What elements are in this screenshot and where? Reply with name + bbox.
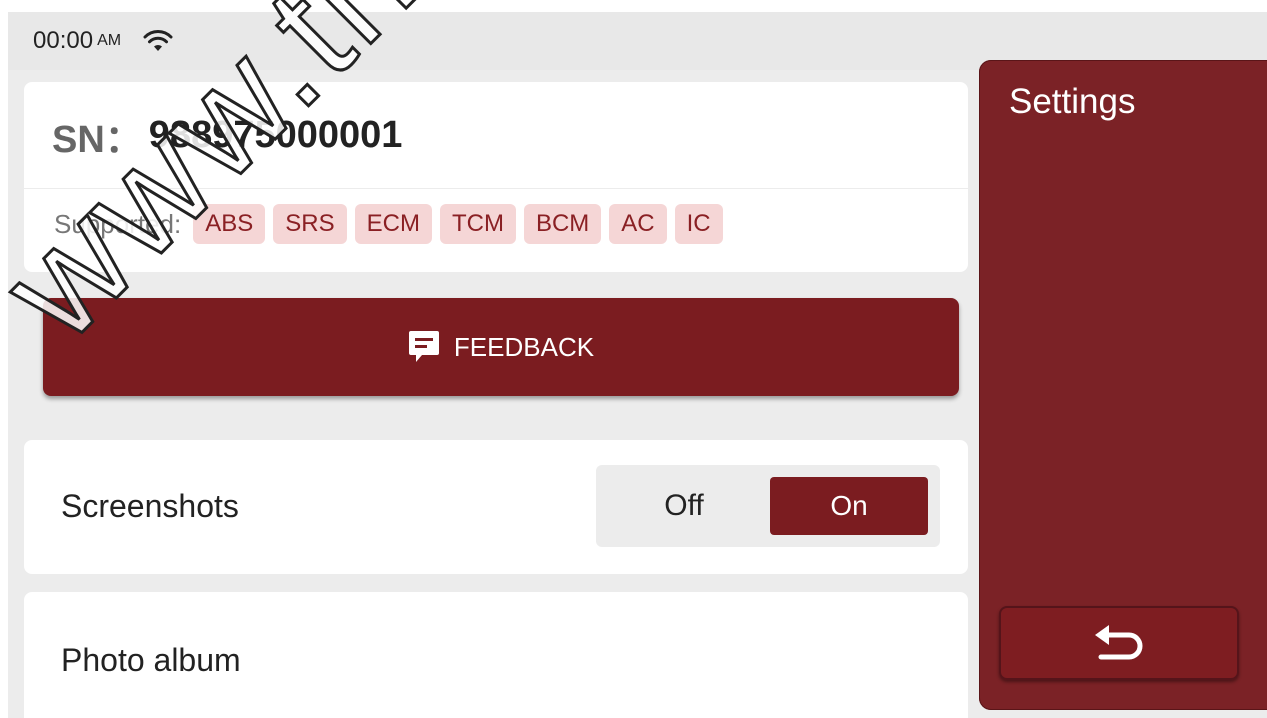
screenshots-toggle: Off On — [596, 465, 940, 547]
serial-number-row: SN： 988975000001 — [24, 82, 968, 189]
status-time: 00:00 — [33, 27, 94, 54]
system-tag-ac: AC — [609, 204, 667, 244]
system-tag-tcm: TCM — [439, 204, 516, 244]
photo-album-label: Photo album — [61, 642, 241, 678]
screenshots-setting-card: Screenshots Off On — [24, 440, 968, 574]
device-info-card: SN： 988975000001 Supported: ABS SRS ECM … — [24, 82, 968, 272]
sn-label: SN： — [52, 118, 143, 161]
sn-value: 988975000001 — [148, 113, 403, 156]
screenshots-label: Screenshots — [61, 488, 239, 524]
main-content: SN： 988975000001 Supported: ABS SRS ECM … — [8, 70, 983, 718]
system-tag-ecm: ECM — [354, 204, 432, 244]
side-panel-title: Settings — [1009, 82, 1136, 121]
photo-album-item[interactable]: Photo album — [24, 592, 968, 718]
wifi-icon — [143, 30, 173, 51]
system-tag-abs: ABS — [193, 204, 266, 244]
system-tag-bcm: BCM — [523, 204, 602, 244]
feedback-icon — [408, 331, 439, 362]
back-button[interactable] — [999, 606, 1239, 680]
supported-systems-row: Supported: ABS SRS ECM TCM BCM AC IC — [24, 189, 968, 259]
screenshots-off-option[interactable]: Off — [644, 465, 724, 547]
system-tag-ic: IC — [674, 204, 723, 244]
screenshots-on-option[interactable]: On — [770, 477, 928, 535]
back-arrow-icon — [1095, 625, 1143, 660]
feedback-label: FEEDBACK — [453, 331, 595, 362]
feedback-button[interactable]: FEEDBACK — [43, 298, 959, 396]
system-tag-srs: SRS — [273, 204, 347, 244]
status-ampm: AM — [97, 32, 122, 49]
supported-label: Supported: — [54, 208, 182, 239]
side-panel: Settings — [979, 60, 1267, 710]
